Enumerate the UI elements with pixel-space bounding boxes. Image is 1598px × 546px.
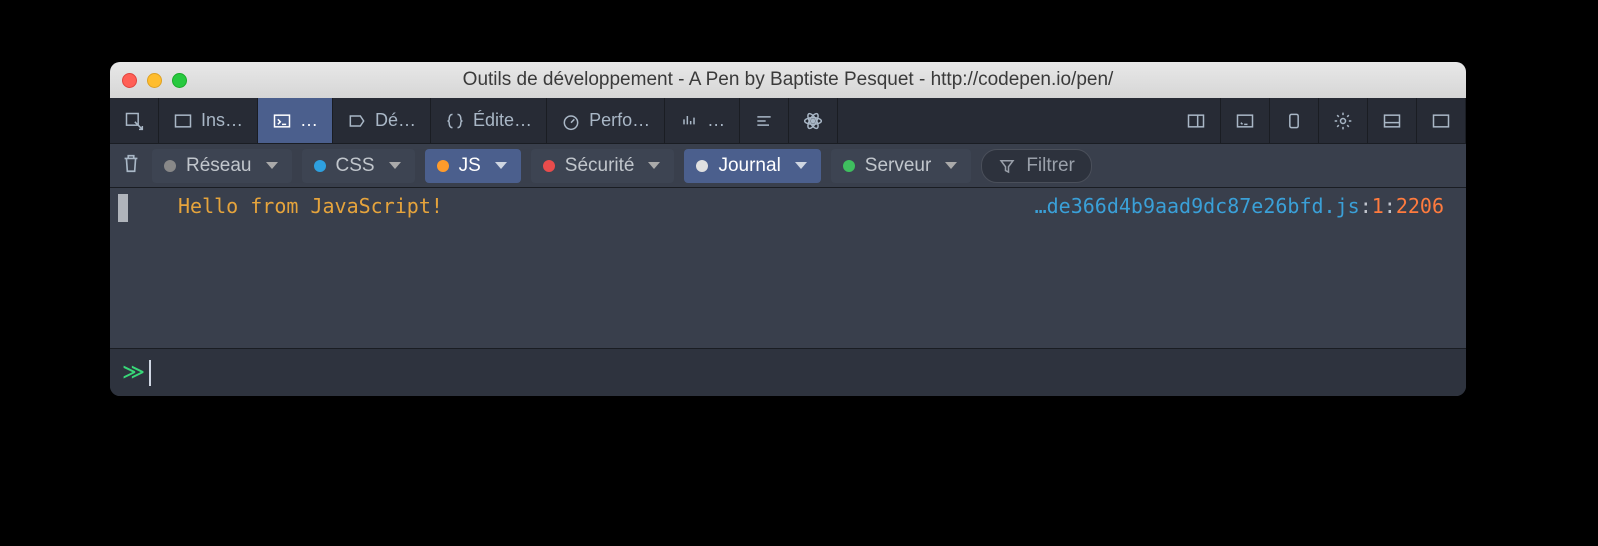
caret-icon: [149, 360, 151, 386]
devtools-window: Outils de développement - A Pen by Bapti…: [110, 62, 1466, 396]
dock-side-button[interactable]: [1172, 98, 1221, 143]
filter-input-placeholder: Filtrer: [1026, 155, 1075, 177]
filter-css[interactable]: CSS: [302, 149, 415, 183]
tab-inspector-label: Ins…: [201, 110, 243, 131]
dot-icon: [543, 160, 555, 172]
filter-server[interactable]: Serveur: [831, 149, 972, 183]
dock-window-button[interactable]: [1417, 98, 1466, 143]
log-source-sep: :: [1360, 194, 1372, 218]
chevron-down-icon: [266, 162, 278, 169]
console-output[interactable]: Hello from JavaScript! …de366d4b9aad9dc8…: [110, 188, 1466, 348]
filter-security-label: Sécurité: [565, 155, 635, 177]
dot-icon: [696, 160, 708, 172]
filter-log[interactable]: Journal: [684, 149, 820, 183]
split-console-button[interactable]: [1221, 98, 1270, 143]
filter-network[interactable]: Réseau: [152, 149, 292, 183]
log-message: Hello from JavaScript!: [138, 194, 1035, 218]
log-source-sep: :: [1384, 194, 1396, 218]
dot-icon: [437, 160, 449, 172]
log-source-line: 1: [1372, 194, 1384, 218]
tab-style-editor[interactable]: Édite…: [431, 98, 547, 143]
close-icon[interactable]: [122, 73, 137, 88]
element-picker-button[interactable]: [110, 98, 159, 143]
titlebar: Outils de développement - A Pen by Bapti…: [110, 62, 1466, 98]
filter-network-label: Réseau: [186, 155, 252, 177]
tab-react[interactable]: [789, 98, 838, 143]
minimize-icon[interactable]: [147, 73, 162, 88]
log-source-file: de366d4b9aad9dc87e26bfd.js: [1047, 194, 1360, 218]
filter-js[interactable]: JS: [425, 149, 521, 183]
dot-icon: [314, 160, 326, 172]
tab-memory[interactable]: …: [665, 98, 740, 143]
clear-console-button[interactable]: [120, 152, 142, 180]
filter-css-label: CSS: [336, 155, 375, 177]
filter-log-label: Journal: [718, 155, 780, 177]
dock-bottom-button[interactable]: [1368, 98, 1417, 143]
toolbar-spacer: [838, 98, 1172, 143]
tab-debugger[interactable]: Dé…: [333, 98, 431, 143]
chevron-down-icon: [795, 162, 807, 169]
console-row: Hello from JavaScript! …de366d4b9aad9dc8…: [110, 188, 1466, 228]
chevron-down-icon: [945, 162, 957, 169]
chevron-down-icon: [389, 162, 401, 169]
filter-js-label: JS: [459, 155, 481, 177]
console-input[interactable]: ≫: [110, 348, 1466, 396]
log-source-col: 2206: [1396, 194, 1444, 218]
chevron-down-icon: [648, 162, 660, 169]
responsive-mode-button[interactable]: [1270, 98, 1319, 143]
filter-input[interactable]: Filtrer: [981, 149, 1092, 183]
funnel-icon: [998, 157, 1016, 175]
traffic-lights: [122, 73, 187, 88]
log-source[interactable]: …de366d4b9aad9dc87e26bfd.js:1:2206: [1035, 194, 1452, 218]
settings-button[interactable]: [1319, 98, 1368, 143]
zoom-icon[interactable]: [172, 73, 187, 88]
tab-memory-label: …: [707, 110, 725, 131]
tab-performance[interactable]: Perfo…: [547, 98, 665, 143]
window-title: Outils de développement - A Pen by Bapti…: [463, 69, 1114, 91]
dot-icon: [843, 160, 855, 172]
filter-server-label: Serveur: [865, 155, 932, 177]
tab-console-label: …: [300, 110, 318, 131]
tab-performance-label: Perfo…: [589, 110, 650, 131]
chevron-down-icon: [495, 162, 507, 169]
dot-icon: [164, 160, 176, 172]
devtools-toolbar: Ins… … Dé… Édite… Perfo… …: [110, 98, 1466, 144]
tab-inspector[interactable]: Ins…: [159, 98, 258, 143]
console-filter-bar: Réseau CSS JS Sécurité Journal Serveur: [110, 144, 1466, 188]
tab-console[interactable]: …: [258, 98, 333, 143]
prompt-icon: ≫: [122, 360, 143, 385]
log-source-ellipsis: …: [1035, 194, 1047, 218]
log-marker: [118, 194, 128, 222]
tab-style-editor-label: Édite…: [473, 110, 532, 131]
filter-security[interactable]: Sécurité: [531, 149, 675, 183]
tab-rules[interactable]: [740, 98, 789, 143]
tab-debugger-label: Dé…: [375, 110, 416, 131]
